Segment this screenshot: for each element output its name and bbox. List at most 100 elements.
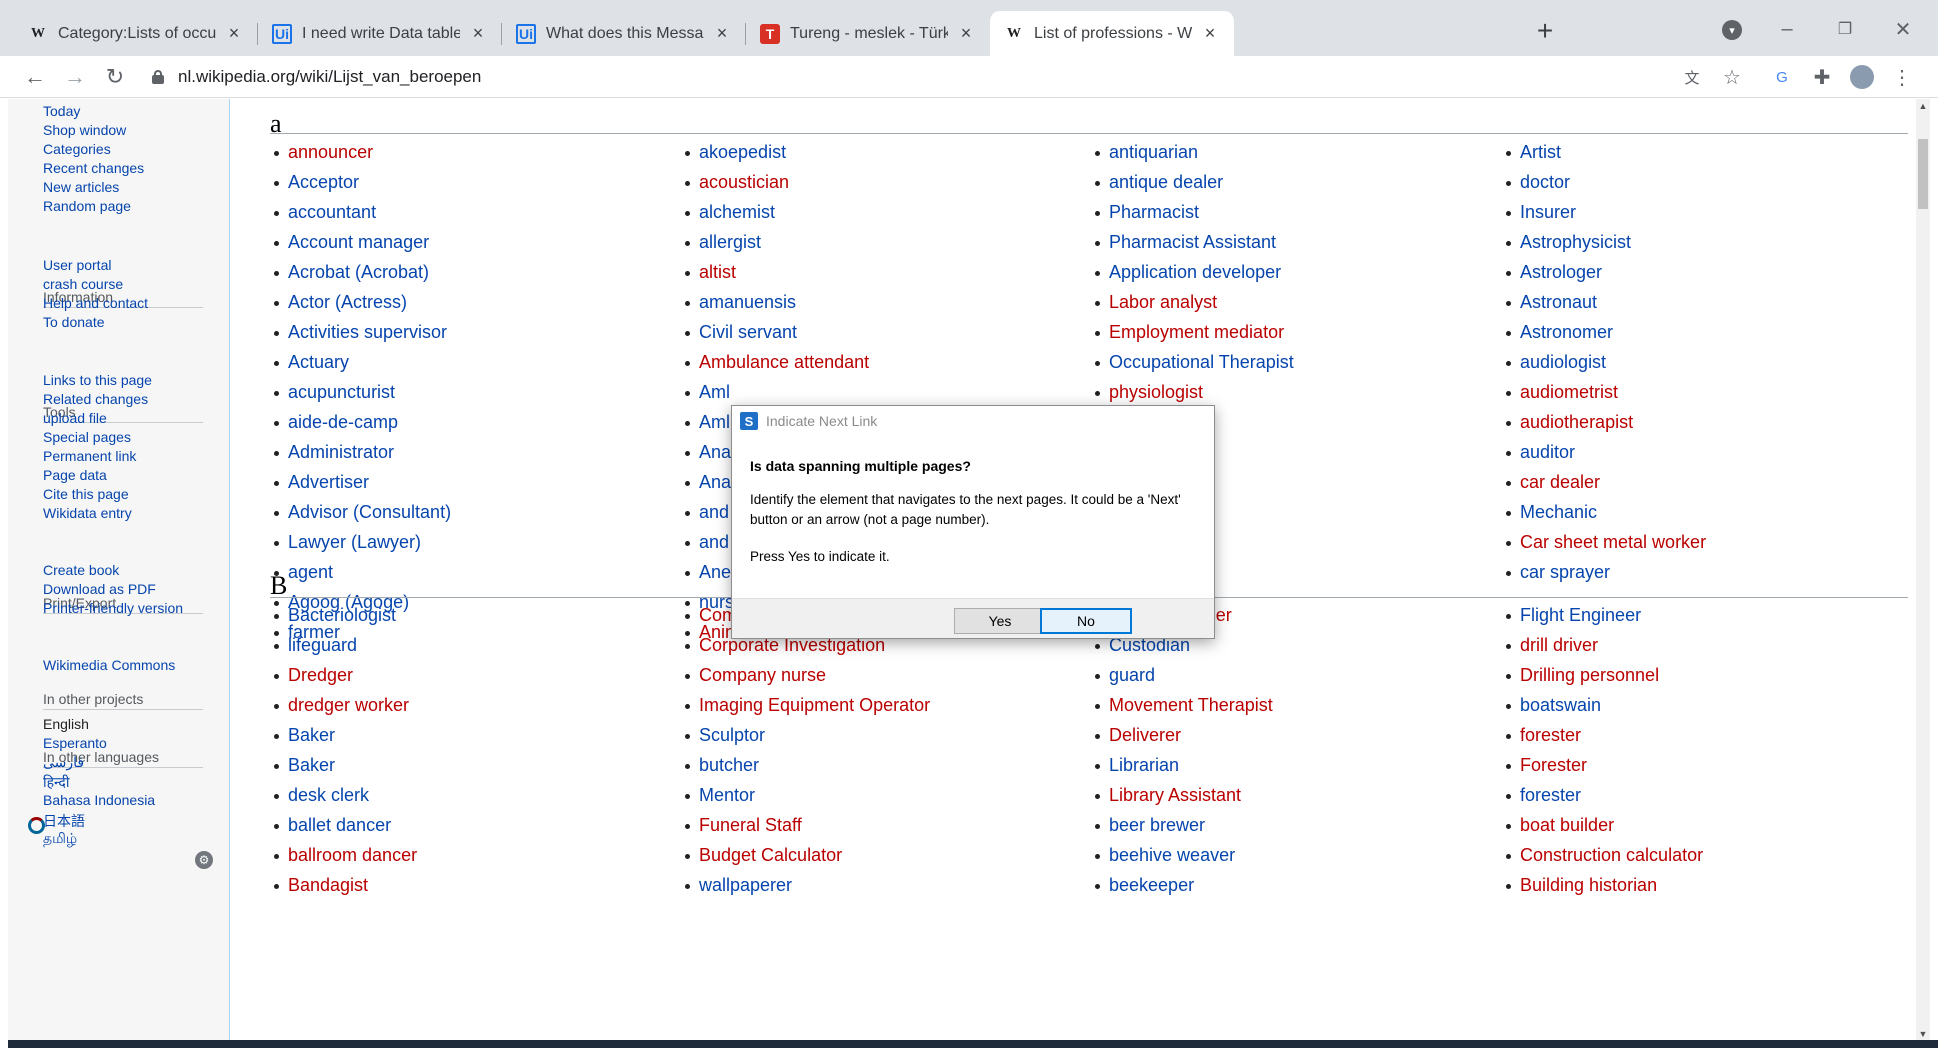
- sidebar-tools-link[interactable]: Wikidata entry: [43, 505, 132, 521]
- list-item-link[interactable]: car dealer: [1506, 467, 1706, 497]
- sidebar-information-link[interactable]: crash course: [43, 276, 123, 292]
- list-item-link[interactable]: Flight Engineer: [1506, 600, 1703, 630]
- list-item-link[interactable]: altist: [685, 257, 869, 287]
- translate-icon[interactable]: 文: [1680, 65, 1704, 89]
- list-item-link[interactable]: Building historian: [1506, 870, 1703, 900]
- list-item-link[interactable]: amanuensis: [685, 287, 869, 317]
- address-bar[interactable]: nl.wikipedia.org/wiki/Lijst_van_beroepen: [150, 61, 1710, 93]
- list-item-link[interactable]: acoustician: [685, 167, 869, 197]
- url-text[interactable]: nl.wikipedia.org/wiki/Lijst_van_beroepen: [178, 67, 481, 87]
- sidebar-nav-link[interactable]: Recent changes: [43, 160, 144, 176]
- list-item-link[interactable]: Pharmacist: [1095, 197, 1294, 227]
- list-item-link[interactable]: beehive weaver: [1095, 840, 1273, 870]
- sidebar-print-link[interactable]: Printer-friendly version: [43, 600, 183, 616]
- profile-avatar-icon[interactable]: [1850, 65, 1874, 89]
- sidebar-nav-link[interactable]: New articles: [43, 179, 119, 195]
- restore-icon[interactable]: ❐: [1830, 14, 1860, 44]
- list-item-link[interactable]: audiometrist: [1506, 377, 1706, 407]
- list-item-link[interactable]: Advertiser: [274, 467, 451, 497]
- list-item-link[interactable]: Baker: [274, 750, 417, 780]
- sidebar-nav-link[interactable]: Find an article: [43, 99, 131, 100]
- list-item-link[interactable]: Forester: [1506, 750, 1703, 780]
- list-item-link[interactable]: Employment mediator: [1095, 317, 1294, 347]
- language-settings-gear-icon[interactable]: ⚙: [195, 851, 213, 869]
- list-item-link[interactable]: Civil servant: [685, 317, 869, 347]
- list-item-link[interactable]: Library Assistant: [1095, 780, 1273, 810]
- list-item-link[interactable]: lifeguard: [274, 630, 417, 660]
- sidebar-tools-link[interactable]: upload file: [43, 410, 107, 426]
- list-item-link[interactable]: auditor: [1506, 437, 1706, 467]
- list-item-link[interactable]: Actuary: [274, 347, 451, 377]
- sidebar-language-link[interactable]: فارسی: [43, 754, 84, 771]
- list-item-link[interactable]: ballroom dancer: [274, 840, 417, 870]
- close-tab-icon[interactable]: ×: [468, 23, 488, 44]
- list-item-link[interactable]: Deliverer: [1095, 720, 1273, 750]
- list-item-link[interactable]: Company nurse: [685, 660, 930, 690]
- list-item-link[interactable]: wallpaperer: [685, 870, 930, 900]
- list-item-link[interactable]: boat builder: [1506, 810, 1703, 840]
- list-item-link[interactable]: Mechanic: [1506, 497, 1706, 527]
- list-item-link[interactable]: Mentor: [685, 780, 930, 810]
- list-item-link[interactable]: Astrophysicist: [1506, 227, 1706, 257]
- no-button[interactable]: No: [1040, 608, 1132, 634]
- list-item-link[interactable]: forester: [1506, 780, 1703, 810]
- close-tab-icon[interactable]: ×: [712, 23, 732, 44]
- list-item-link[interactable]: Budget Calculator: [685, 840, 930, 870]
- sidebar-tools-link[interactable]: Permanent link: [43, 448, 136, 464]
- list-item-link[interactable]: Artist: [1506, 137, 1706, 167]
- list-item-link[interactable]: agent: [274, 557, 451, 587]
- list-item-link[interactable]: Acrobat (Acrobat): [274, 257, 451, 287]
- list-item-link[interactable]: Astrologer: [1506, 257, 1706, 287]
- close-tab-icon[interactable]: ×: [956, 23, 976, 44]
- list-item-link[interactable]: desk clerk: [274, 780, 417, 810]
- list-item-link[interactable]: Car sheet metal worker: [1506, 527, 1706, 557]
- sidebar-tools-link[interactable]: Links to this page: [43, 372, 152, 388]
- list-item-link[interactable]: Dredger: [274, 660, 417, 690]
- list-item-link[interactable]: Bacteriologist: [274, 600, 417, 630]
- list-item-link[interactable]: Actor (Actress): [274, 287, 451, 317]
- vertical-scrollbar[interactable]: ▲ ▼: [1916, 99, 1930, 1044]
- list-item-link[interactable]: Astronomer: [1506, 317, 1706, 347]
- list-item-link[interactable]: boatswain: [1506, 690, 1703, 720]
- close-tab-icon[interactable]: ×: [224, 23, 244, 44]
- list-item-link[interactable]: Activities supervisor: [274, 317, 451, 347]
- list-item-link[interactable]: Advisor (Consultant): [274, 497, 451, 527]
- list-item-link[interactable]: physiologist: [1095, 377, 1294, 407]
- list-item-link[interactable]: Administrator: [274, 437, 451, 467]
- window-close-icon[interactable]: ✕: [1888, 14, 1918, 44]
- back-icon[interactable]: ←: [20, 62, 50, 92]
- list-item-link[interactable]: Imaging Equipment Operator: [685, 690, 930, 720]
- sidebar-tools-link[interactable]: Related changes: [43, 391, 148, 407]
- yes-button[interactable]: Yes: [954, 608, 1046, 634]
- list-item-link[interactable]: car sprayer: [1506, 557, 1706, 587]
- list-item-link[interactable]: beer brewer: [1095, 810, 1273, 840]
- list-item-link[interactable]: alchemist: [685, 197, 869, 227]
- scroll-up-arrow-icon[interactable]: ▲: [1916, 101, 1930, 113]
- list-item-link[interactable]: audiologist: [1506, 347, 1706, 377]
- list-item-link[interactable]: antique dealer: [1095, 167, 1294, 197]
- sidebar-tools-link[interactable]: Page data: [43, 467, 107, 483]
- list-item-link[interactable]: Drilling personnel: [1506, 660, 1703, 690]
- sidebar-nav-link[interactable]: Shop window: [43, 122, 126, 138]
- menu-kebab-icon[interactable]: ⋮: [1890, 65, 1914, 89]
- list-item-link[interactable]: drill driver: [1506, 630, 1703, 660]
- sidebar-language-link[interactable]: हिन्दी: [43, 773, 69, 792]
- reload-icon[interactable]: ↻: [100, 62, 130, 92]
- browser-tab[interactable]: Ui I need write Data table column v ×: [258, 11, 502, 56]
- sidebar-tools-link[interactable]: Cite this page: [43, 486, 129, 502]
- bookmark-star-icon[interactable]: ☆: [1720, 65, 1744, 89]
- google-translate-extension-icon[interactable]: G: [1770, 65, 1794, 89]
- list-item-link[interactable]: Application developer: [1095, 257, 1294, 287]
- list-item-link[interactable]: Funeral Staff: [685, 810, 930, 840]
- list-item-link[interactable]: aide-de-camp: [274, 407, 451, 437]
- list-item-link[interactable]: Insurer: [1506, 197, 1706, 227]
- list-item-link[interactable]: forester: [1506, 720, 1703, 750]
- sidebar-language-link[interactable]: 日本語: [43, 811, 85, 831]
- sidebar-language-link[interactable]: English: [43, 716, 89, 732]
- sidebar-tools-link[interactable]: Special pages: [43, 429, 131, 445]
- browser-tab[interactable]: W Category:Lists of occupations - W ×: [14, 11, 258, 56]
- list-item-link[interactable]: butcher: [685, 750, 930, 780]
- sidebar-information-link[interactable]: Help and contact: [43, 295, 148, 311]
- list-item-link[interactable]: Librarian: [1095, 750, 1273, 780]
- extensions-puzzle-icon[interactable]: ✚: [1810, 65, 1834, 89]
